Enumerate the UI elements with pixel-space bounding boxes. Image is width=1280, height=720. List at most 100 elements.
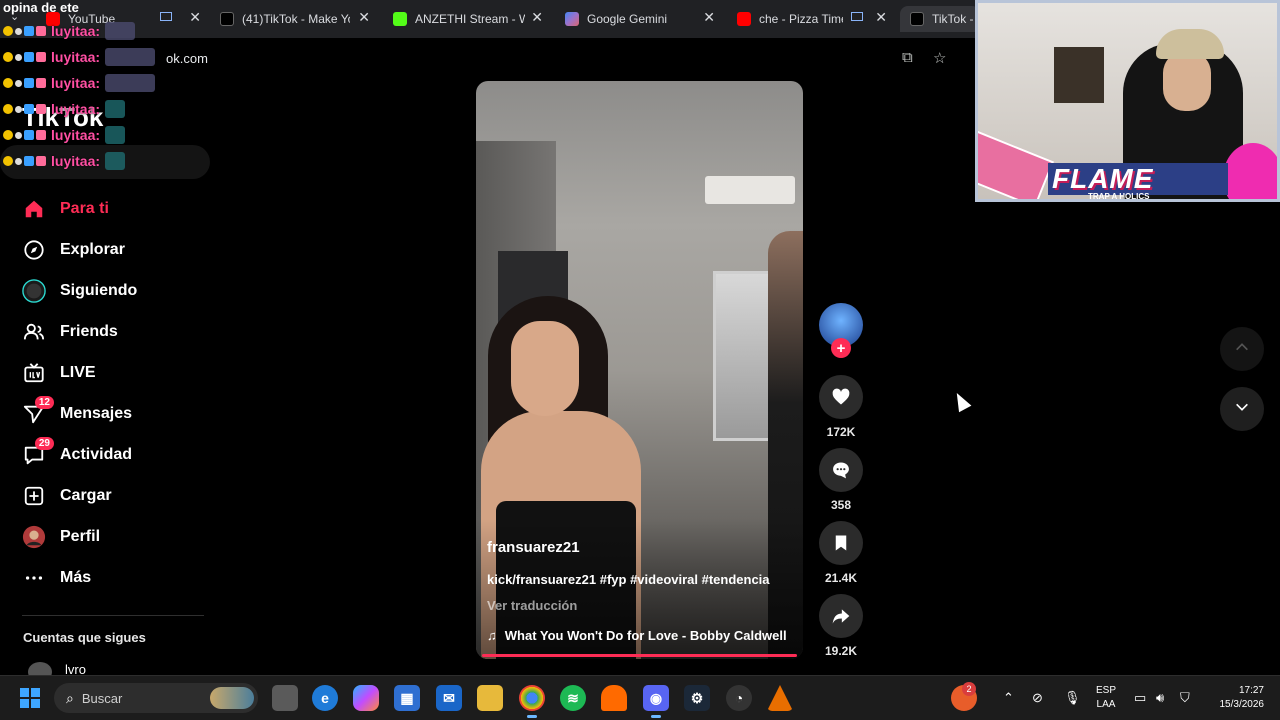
shield-icon[interactable]: ⛉ bbox=[1180, 690, 1190, 706]
emote-icon bbox=[105, 152, 126, 170]
nav-mas[interactable]: Más bbox=[22, 563, 91, 593]
windows-taskbar: ⌕ Buscar e ▦ ✉ ≋ ◉ ⚙ ◔ 2 ⌃ ⊘ 🎙︎ ESP LAA … bbox=[0, 675, 1280, 720]
install-app-icon[interactable]: ⧉ bbox=[902, 49, 913, 66]
display-icon[interactable]: ▭ bbox=[1134, 690, 1146, 706]
close-tab-icon[interactable]: ✕ bbox=[875, 9, 887, 26]
close-tab-icon[interactable]: ✕ bbox=[531, 9, 543, 26]
tab-tiktok-active[interactable]: TikTok - bbox=[900, 6, 980, 32]
friends-icon bbox=[22, 320, 46, 344]
share-arrow-icon[interactable] bbox=[819, 594, 863, 638]
comment-icon[interactable] bbox=[819, 448, 863, 492]
steam-icon[interactable]: ⚙ bbox=[684, 685, 710, 711]
nav-mensajes[interactable]: 12 Mensajes bbox=[22, 396, 133, 429]
webcam-banner-subtitle: TRAP A HOLICS bbox=[1088, 192, 1150, 201]
video-author[interactable]: fransuarez21 bbox=[487, 539, 580, 556]
tab-youtube-2[interactable]: che - Pizza Time ✕ bbox=[737, 6, 887, 32]
chevron-down-icon bbox=[1234, 399, 1250, 420]
copilot-icon[interactable] bbox=[353, 685, 379, 711]
tab-kick[interactable]: ANZETHI Stream - W ✕ bbox=[393, 6, 543, 32]
tab-tiktok-1[interactable]: (41)TikTok - Make Yo ✕ bbox=[220, 6, 370, 32]
microphone-icon[interactable]: 🎙︎ bbox=[1064, 690, 1081, 706]
nav-label: LIVE bbox=[60, 364, 96, 381]
spotify-icon[interactable]: ≋ bbox=[560, 685, 586, 711]
outlook-icon[interactable]: ✉ bbox=[436, 685, 462, 711]
badge-icon bbox=[15, 27, 22, 35]
mouse-cursor-icon bbox=[950, 389, 972, 413]
nav-siguiendo[interactable]: Siguiendo bbox=[22, 276, 137, 306]
translate-link[interactable]: Ver traducción bbox=[487, 598, 577, 613]
close-tab-icon[interactable]: ✕ bbox=[703, 9, 715, 26]
badge-icon bbox=[15, 79, 22, 87]
nav-para-ti[interactable]: Para ti bbox=[22, 194, 109, 224]
tab-title: che - Pizza Time bbox=[759, 12, 843, 26]
nav-label: Para ti bbox=[60, 200, 109, 217]
home-icon bbox=[22, 197, 46, 221]
search-placeholder: Buscar bbox=[81, 690, 123, 706]
cast-icon bbox=[851, 12, 863, 21]
previous-video-button[interactable] bbox=[1220, 327, 1264, 371]
badge-icon bbox=[15, 105, 22, 113]
save-action[interactable]: 21.4K bbox=[818, 521, 864, 585]
activity-icon: 29 bbox=[22, 437, 54, 467]
language-code: ESP bbox=[1096, 685, 1117, 696]
obs-icon[interactable]: ◔ bbox=[726, 685, 752, 711]
soundcloud-icon[interactable] bbox=[601, 685, 627, 711]
vlc-icon[interactable] bbox=[767, 685, 793, 711]
bookmark-star-icon[interactable]: ☆ bbox=[933, 49, 946, 67]
badge-icon bbox=[36, 156, 46, 166]
chat-message-text: opina de ete bbox=[3, 0, 79, 15]
like-action[interactable]: 172K bbox=[818, 375, 864, 439]
nav-friends[interactable]: Friends bbox=[22, 317, 118, 347]
chevron-up-icon bbox=[1234, 339, 1250, 360]
discord-icon[interactable]: ◉ bbox=[643, 685, 669, 718]
video-music[interactable]: ♫ What You Won't Do for Love - Bobby Cal… bbox=[487, 628, 787, 643]
chrome-icon[interactable] bbox=[519, 685, 545, 718]
youtube-icon bbox=[737, 12, 751, 26]
webcam-face bbox=[1163, 51, 1211, 111]
video-progress-bar[interactable] bbox=[482, 654, 797, 657]
nav-label: Mensajes bbox=[60, 405, 133, 422]
chat-line: luyitaa: bbox=[3, 48, 156, 66]
nav-label: Actividad bbox=[60, 446, 133, 463]
tab-title: Google Gemini bbox=[587, 12, 668, 26]
badge-icon bbox=[3, 130, 13, 140]
close-tab-icon[interactable]: ✕ bbox=[358, 9, 370, 26]
video-player[interactable]: fransuarez21 kick/fransuarez21 #fyp #vid… bbox=[476, 81, 803, 659]
comment-action[interactable]: 358 bbox=[818, 448, 864, 512]
taskbar-search[interactable]: ⌕ Buscar bbox=[54, 683, 258, 713]
badge-icon bbox=[36, 130, 46, 140]
clock[interactable]: 17:27 15/3/2026 bbox=[1208, 684, 1265, 712]
nav-live[interactable]: LIVE bbox=[22, 358, 96, 388]
tiktok-icon bbox=[910, 12, 924, 26]
kick-icon bbox=[393, 12, 407, 26]
video-frame-window bbox=[713, 271, 773, 441]
next-video-button[interactable] bbox=[1220, 387, 1264, 431]
badge-icon bbox=[36, 52, 46, 62]
webcam-cap bbox=[1156, 29, 1224, 59]
nav-cargar[interactable]: Cargar bbox=[22, 481, 112, 511]
nav-perfil[interactable]: Perfil bbox=[22, 522, 100, 552]
chat-line: luyitaa: bbox=[3, 22, 136, 40]
notification-badge: 29 bbox=[34, 437, 54, 450]
nav-actividad[interactable]: 29 Actividad bbox=[22, 437, 133, 470]
tab-gemini[interactable]: Google Gemini ✕ bbox=[565, 6, 715, 32]
show-hidden-icons-icon[interactable]: ⌃ bbox=[1003, 690, 1014, 706]
nav-explorar[interactable]: Explorar bbox=[22, 235, 125, 265]
file-explorer-icon[interactable] bbox=[477, 685, 503, 711]
task-view-icon[interactable] bbox=[272, 685, 298, 711]
badge-icon bbox=[15, 131, 22, 139]
windows-start-icon[interactable] bbox=[20, 688, 40, 708]
heart-icon[interactable] bbox=[819, 375, 863, 419]
store-icon[interactable]: ▦ bbox=[394, 685, 420, 711]
bookmark-icon[interactable] bbox=[819, 521, 863, 565]
chat-username: luyitaa: bbox=[51, 153, 101, 169]
share-action[interactable]: 19.2K bbox=[818, 594, 864, 658]
badge-icon bbox=[24, 52, 34, 62]
volume-icon[interactable]: 🔊︎ bbox=[1156, 690, 1164, 706]
input-language[interactable]: ESP LAA bbox=[1096, 684, 1116, 712]
edge-icon[interactable]: e bbox=[312, 685, 338, 711]
emote-icon bbox=[105, 74, 156, 92]
follow-plus-icon[interactable]: + bbox=[831, 338, 851, 358]
keyboard-layout: LAA bbox=[1096, 699, 1116, 710]
network-off-icon[interactable]: ⊘ bbox=[1032, 690, 1043, 706]
